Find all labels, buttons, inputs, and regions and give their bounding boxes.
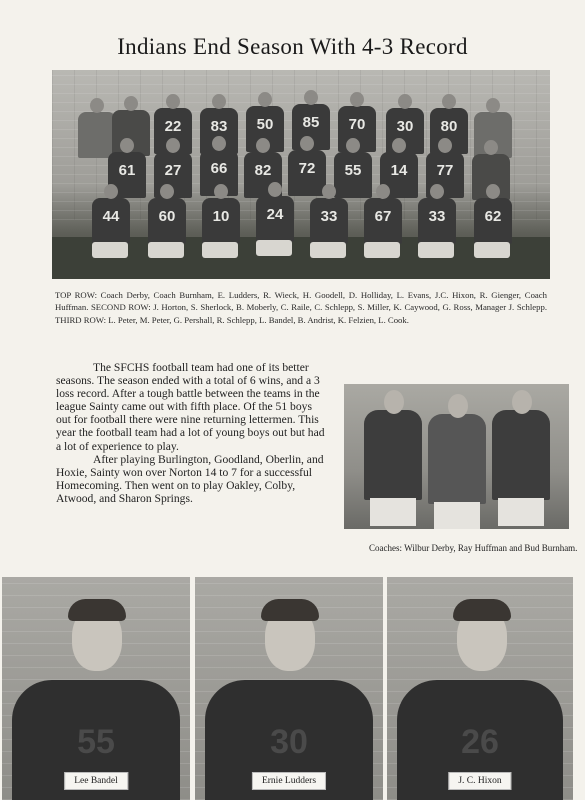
player-front-1: 44 [92,184,130,244]
jersey-number: 10 [212,208,230,225]
page-title: Indians End Season With 4-3 Record [117,34,468,59]
jersey-number: 66 [210,160,228,177]
pants [474,242,510,258]
pants [256,240,292,256]
team-photo: 22 83 50 85 70 30 80 61 27 66 82 72 55 1… [52,70,550,279]
jersey-number: 55 [77,723,115,761]
name-label: Lee Bandel [64,772,128,790]
article-paragraph-1: The SFCHS football team had one of its b… [56,361,325,453]
player-front-2: 60 [148,184,186,244]
jersey-number: 67 [374,208,392,225]
jersey-number: 82 [254,162,272,179]
hair [453,599,511,621]
player-front-4: 24 [256,182,294,242]
jersey-number: 24 [266,206,284,223]
jersey-number: 50 [256,116,274,133]
jersey-number: 85 [302,114,320,131]
player-middle-5: 72 [288,136,326,196]
jersey-number: 30 [396,118,414,135]
pants [148,242,184,258]
pants [310,242,346,258]
jersey-number: 22 [164,118,182,135]
player-front-5: 33 [310,184,348,244]
coaches-caption: Coaches: Wilbur Derby, Ray Huffman and B… [369,543,578,553]
jersey-number: 80 [440,118,458,135]
portrait-ernie-ludders: 30 Ernie Ludders [195,577,383,800]
player-middle-6: 55 [334,138,372,198]
jersey-number: 61 [118,162,136,179]
player-front-6: 67 [364,184,402,244]
jersey-number: 26 [461,723,499,761]
coach-figure [428,394,486,529]
player-front-3: 10 [202,184,240,244]
hair [261,599,319,621]
player-front-8: 62 [474,184,512,244]
article-body: The SFCHS football team had one of its b… [56,361,328,505]
portrait-jc-hixon: 26 J. C. Hixon [387,577,573,800]
jersey-number: 30 [270,723,308,761]
pants [92,242,128,258]
jersey-number: 60 [158,208,176,225]
jersey-number: 62 [484,208,502,225]
pants [418,242,454,258]
portrait-lee-bandel: 55 Lee Bandel [2,577,190,800]
jersey-number: 33 [320,208,338,225]
name-label: Ernie Ludders [251,772,327,790]
coaches-photo [344,384,569,529]
jersey-number: 77 [436,162,454,179]
jersey-number: 33 [428,208,446,225]
player-front-7: 33 [418,184,456,244]
article-paragraph-2: After playing Burlington, Goodland, Ober… [56,452,324,505]
coach-back-left [78,98,116,158]
jersey-number: 14 [390,162,408,179]
jersey-number: 27 [164,162,182,179]
jersey-number: 83 [210,118,228,135]
name-label: J. C. Hixon [448,772,512,790]
team-photo-caption: TOP ROW: Coach Derby, Coach Burnham, E. … [55,290,547,325]
jersey-number: 44 [102,208,120,225]
jersey-number: 72 [298,160,316,177]
jersey-number: 70 [348,116,366,133]
coach-figure [364,390,422,526]
hair [68,599,126,621]
pants [202,242,238,258]
pants [364,242,400,258]
coach-figure [492,390,550,526]
jersey-number: 55 [344,162,362,179]
